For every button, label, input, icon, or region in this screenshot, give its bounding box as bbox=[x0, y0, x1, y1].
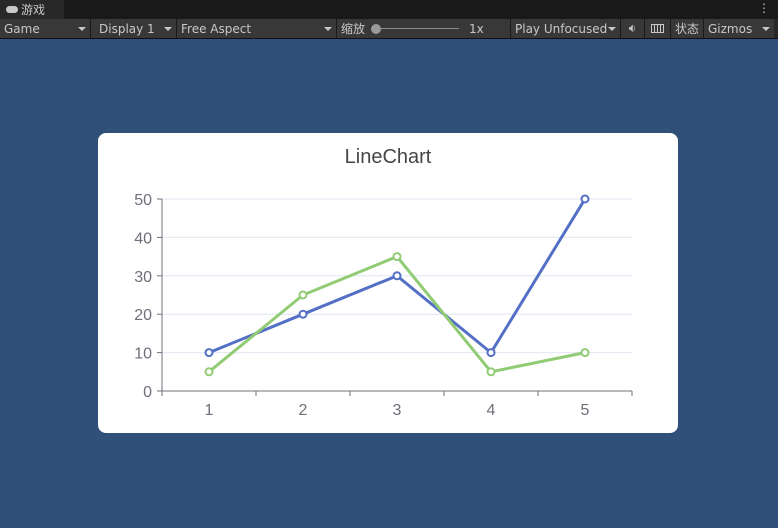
data-point bbox=[580, 194, 590, 204]
tab-label: 游戏 bbox=[21, 3, 46, 17]
tab-game[interactable]: 游戏 bbox=[0, 0, 64, 19]
y-tick-label: 50 bbox=[134, 192, 152, 209]
y-tick-label: 20 bbox=[134, 307, 152, 324]
scale-control: 缩放 1x bbox=[337, 19, 511, 38]
chevron-down-icon bbox=[78, 27, 86, 31]
speaker-icon: 🔉︎ bbox=[628, 21, 637, 35]
y-tick-label: 0 bbox=[143, 384, 152, 401]
chart-title: LineChart bbox=[345, 146, 432, 168]
y-tick-label: 10 bbox=[134, 346, 152, 363]
data-point bbox=[392, 271, 402, 281]
x-tick-label: 2 bbox=[299, 402, 308, 419]
view-label: Game bbox=[4, 21, 40, 36]
display-dropdown[interactable]: Display 1 bbox=[91, 19, 177, 38]
chevron-down-icon bbox=[164, 27, 172, 31]
aspect-dropdown[interactable]: Free Aspect bbox=[177, 19, 337, 38]
data-point bbox=[204, 367, 214, 377]
play-mode-dropdown[interactable]: Play Unfocused bbox=[511, 19, 621, 38]
gamepad-icon bbox=[6, 6, 18, 13]
data-point bbox=[204, 348, 214, 358]
scale-value: 1x bbox=[469, 21, 484, 36]
slider-handle[interactable] bbox=[371, 23, 382, 34]
chart-card: LineChart 0 10 20 30 40 50 1 2 3 4 5 bbox=[98, 133, 678, 433]
chevron-down-icon bbox=[608, 27, 616, 31]
mute-audio-button[interactable]: 🔉︎ bbox=[621, 19, 645, 38]
data-point bbox=[392, 252, 402, 262]
stats-button[interactable]: 状态 bbox=[671, 19, 704, 38]
aspect-label: Free Aspect bbox=[181, 21, 252, 36]
tab-bar: 游戏 ⋮ bbox=[0, 0, 778, 19]
scale-slider[interactable] bbox=[371, 23, 460, 34]
gizmos-label: Gizmos bbox=[708, 21, 753, 36]
gizmos-dropdown[interactable]: Gizmos bbox=[704, 19, 774, 38]
data-point bbox=[580, 348, 590, 358]
x-tick-label: 1 bbox=[205, 402, 214, 419]
chevron-down-icon bbox=[762, 27, 770, 31]
x-tick-label: 4 bbox=[487, 402, 496, 419]
play-mode-label: Play Unfocused bbox=[515, 21, 608, 36]
view-dropdown[interactable]: Game bbox=[0, 19, 91, 38]
y-tick-label: 40 bbox=[134, 230, 152, 247]
x-tick-label: 3 bbox=[393, 402, 402, 419]
game-toolbar: Game Display 1 Free Aspect 缩放 1x Play Un… bbox=[0, 19, 778, 39]
x-tick-label: 5 bbox=[581, 402, 590, 419]
line-chart: LineChart 0 10 20 30 40 50 1 2 3 4 5 bbox=[134, 146, 633, 419]
data-point bbox=[298, 309, 308, 319]
more-options-icon[interactable]: ⋮ bbox=[758, 1, 770, 15]
chevron-down-icon bbox=[324, 27, 332, 31]
data-point bbox=[486, 348, 496, 358]
keyboard-button[interactable] bbox=[645, 19, 671, 38]
stats-label: 状态 bbox=[675, 22, 700, 36]
scale-label: 缩放 bbox=[341, 22, 366, 36]
keyboard-icon bbox=[651, 24, 664, 33]
data-point bbox=[298, 290, 308, 300]
y-tick-label: 30 bbox=[134, 269, 152, 286]
display-label: Display 1 bbox=[99, 21, 155, 36]
data-point bbox=[486, 367, 496, 377]
